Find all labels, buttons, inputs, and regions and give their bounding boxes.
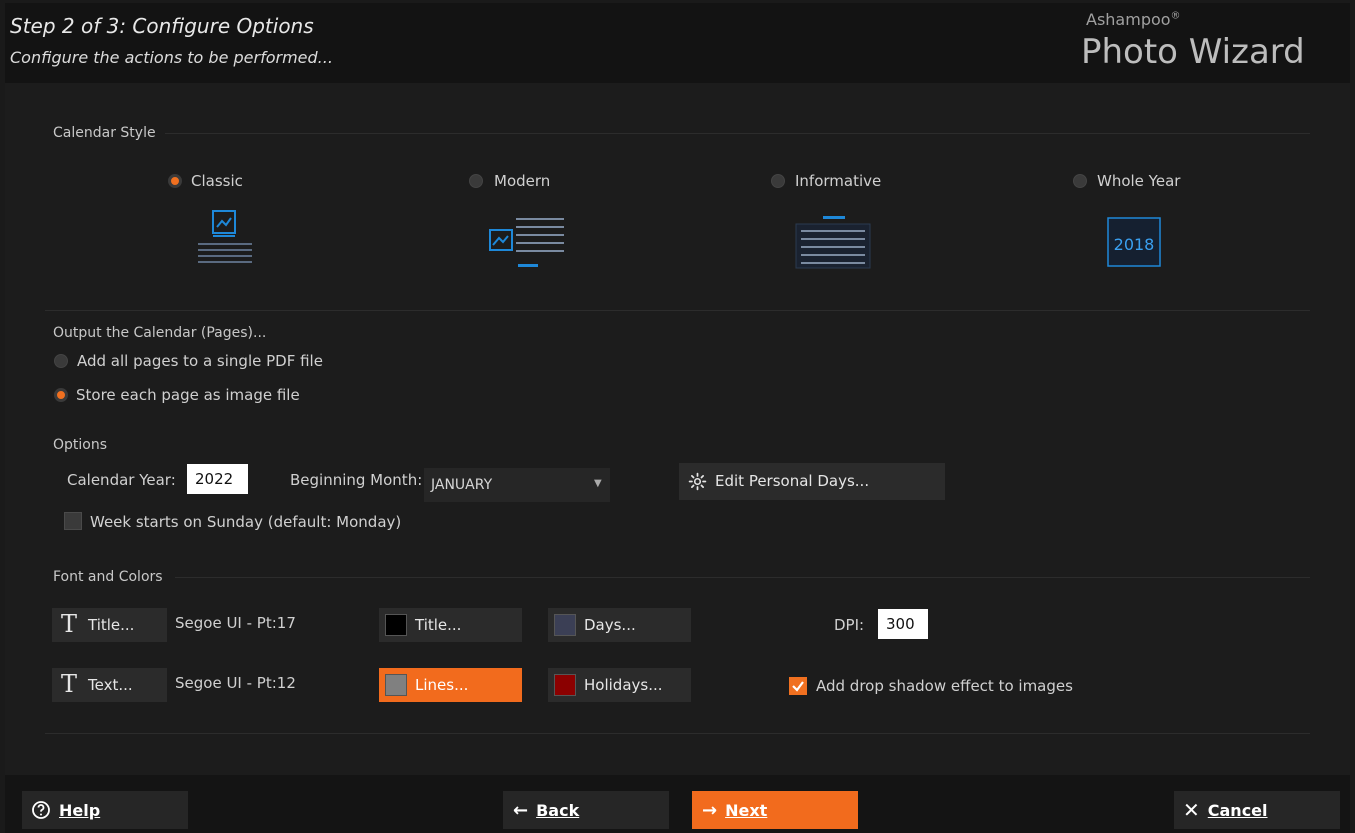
cancel-label: Cancel	[1207, 800, 1268, 820]
drop-shadow-label[interactable]: Add drop shadow effect to images	[816, 677, 1073, 695]
title-color-label: Title...	[415, 616, 462, 634]
whole-year-style-icon[interactable]: 2018	[1104, 212, 1164, 272]
beginning-month-select[interactable]: JANUARY ▼	[424, 468, 610, 502]
style-label-whole-year[interactable]: Whole Year	[1097, 172, 1180, 190]
days-color-swatch	[554, 614, 576, 636]
style-radio-modern[interactable]	[469, 174, 483, 188]
checkmark-icon	[792, 681, 804, 692]
title-font-button-label: Title...	[88, 616, 135, 634]
page-subtitle: Configure the actions to be performed...	[10, 48, 333, 67]
edit-personal-days-button[interactable]: Edit Personal Days...	[679, 463, 945, 500]
title-color-button[interactable]: Title...	[379, 608, 522, 642]
back-label: Back	[536, 800, 580, 820]
page-title: Step 2 of 3: Configure Options	[10, 14, 314, 38]
divider	[175, 577, 1310, 578]
days-color-label: Days...	[584, 616, 636, 634]
calendar-year-input[interactable]: 2022	[187, 464, 248, 494]
style-label-classic[interactable]: Classic	[191, 172, 243, 190]
beginning-month-value: JANUARY	[431, 477, 493, 493]
title-font-value: Segoe UI - Pt:17	[175, 614, 296, 632]
brand-name-text: Ashampoo	[1086, 10, 1171, 29]
style-label-informative[interactable]: Informative	[795, 172, 881, 190]
calendar-style-label: Calendar Style	[53, 125, 156, 141]
output-label-image[interactable]: Store each page as image file	[76, 386, 300, 404]
text-format-icon: T	[61, 610, 78, 638]
options-label: Options	[53, 437, 108, 453]
days-color-button[interactable]: Days...	[548, 608, 691, 642]
style-radio-whole-year[interactable]	[1073, 174, 1087, 188]
help-label: Help	[59, 800, 101, 820]
output-label-pdf[interactable]: Add all pages to a single PDF file	[77, 352, 323, 370]
divider	[45, 733, 1310, 734]
close-icon: ✕	[1183, 798, 1200, 822]
holidays-color-label: Holidays...	[584, 676, 663, 694]
output-radio-image[interactable]	[54, 388, 68, 402]
dpi-input[interactable]: 300	[878, 609, 928, 639]
next-label: Next	[725, 800, 768, 820]
title-color-swatch	[385, 614, 407, 636]
classic-style-icon[interactable]	[195, 208, 255, 268]
arrow-right-icon: →	[702, 799, 718, 821]
modern-style-icon[interactable]	[488, 212, 568, 272]
chevron-down-icon: ▼	[594, 478, 602, 489]
calendar-year-label: Calendar Year:	[67, 471, 176, 489]
gear-icon	[688, 472, 707, 491]
title-font-button[interactable]: T Title...	[52, 608, 167, 642]
arrow-left-icon: ←	[513, 799, 529, 821]
lines-color-label: Lines...	[415, 676, 469, 694]
text-font-button-label: Text...	[88, 676, 133, 694]
style-label-modern[interactable]: Modern	[494, 172, 550, 190]
brand-name: Ashampoo®	[1086, 10, 1181, 29]
informative-style-icon[interactable]	[793, 212, 873, 272]
week-sunday-checkbox[interactable]	[64, 512, 82, 530]
text-font-value: Segoe UI - Pt:12	[175, 674, 296, 692]
text-format-icon: T	[61, 670, 78, 698]
divider	[45, 310, 1310, 311]
beginning-month-label: Beginning Month:	[290, 471, 423, 489]
week-sunday-label[interactable]: Week starts on Sunday (default: Monday)	[90, 513, 401, 531]
style-radio-informative[interactable]	[771, 174, 785, 188]
output-label: Output the Calendar (Pages)...	[53, 325, 267, 341]
help-icon	[32, 801, 50, 819]
next-button[interactable]: → Next	[692, 791, 858, 829]
output-radio-pdf[interactable]	[54, 354, 68, 368]
whole-year-thumb-text: 2018	[1114, 235, 1155, 254]
drop-shadow-checkbox[interactable]	[789, 677, 807, 695]
dpi-label: DPI:	[834, 616, 865, 634]
divider	[165, 133, 1310, 134]
brand-mark: ®	[1170, 10, 1181, 22]
edit-personal-days-label: Edit Personal Days...	[715, 472, 870, 490]
product-name: Photo Wizard	[1081, 32, 1305, 72]
style-radio-classic[interactable]	[168, 174, 182, 188]
help-button[interactable]: Help	[22, 791, 188, 829]
text-font-button[interactable]: T Text...	[52, 668, 167, 702]
cancel-button[interactable]: ✕ Cancel	[1174, 791, 1340, 829]
back-button[interactable]: ← Back	[503, 791, 669, 829]
holidays-color-button[interactable]: Holidays...	[548, 668, 691, 702]
lines-color-button[interactable]: Lines...	[379, 668, 522, 702]
lines-color-swatch	[385, 674, 407, 696]
font-colors-label: Font and Colors	[53, 569, 163, 585]
footer-bar	[5, 775, 1350, 833]
holidays-color-swatch	[554, 674, 576, 696]
